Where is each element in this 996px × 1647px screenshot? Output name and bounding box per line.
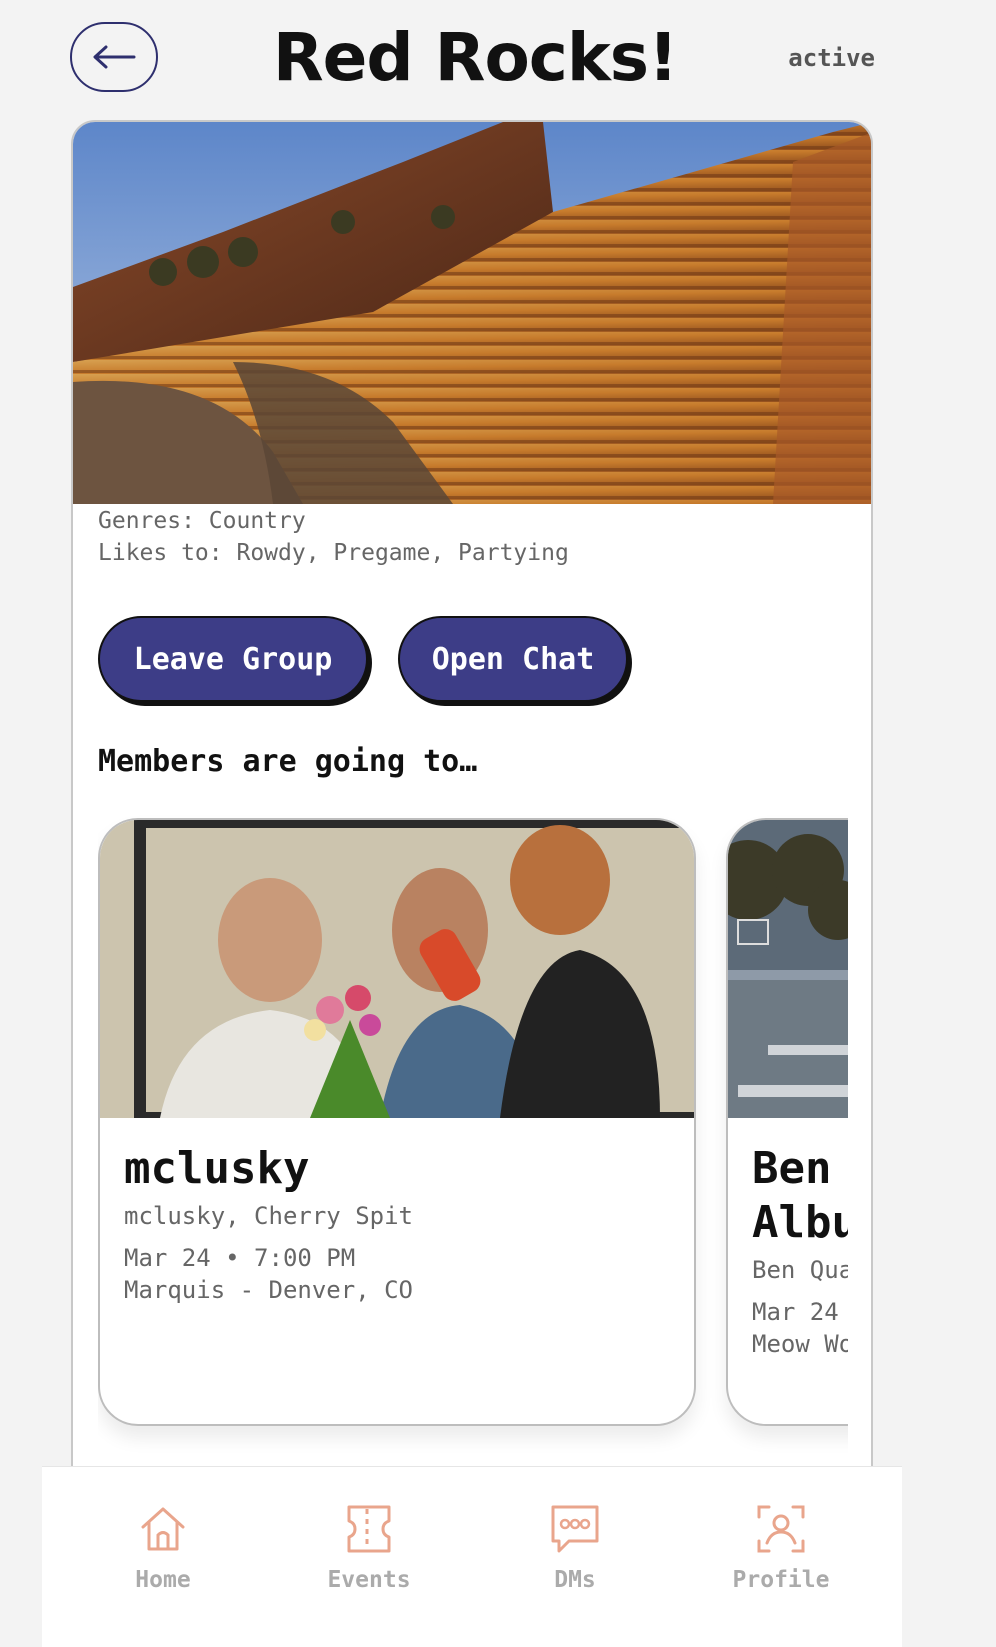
profile-icon bbox=[757, 1505, 805, 1553]
event-artists: Ben Qua bbox=[752, 1256, 848, 1284]
event-artists: mclusky, Cherry Spit bbox=[124, 1202, 413, 1230]
nav-dms-label: DMs bbox=[554, 1567, 596, 1593]
ticket-icon bbox=[347, 1505, 391, 1553]
group-card: Genres: Country Likes to: Rowdy, Pregame… bbox=[71, 120, 873, 1500]
arrow-left-icon bbox=[93, 45, 136, 69]
home-icon bbox=[141, 1507, 185, 1551]
event-image bbox=[728, 820, 848, 1118]
back-button[interactable] bbox=[70, 22, 158, 92]
members-heading: Members are going to… bbox=[98, 744, 478, 779]
events-carousel[interactable]: mclusky mclusky, Cherry Spit Mar 24 • 7:… bbox=[98, 812, 848, 1498]
bottom-nav: Home Events DMs Profile bbox=[42, 1466, 902, 1647]
nav-profile[interactable]: Profile bbox=[681, 1503, 881, 1593]
event-datetime: Mar 24 • 7:00 PM bbox=[124, 1244, 356, 1272]
event-datetime: Mar 24 bbox=[752, 1298, 839, 1326]
event-card[interactable]: mclusky mclusky, Cherry Spit Mar 24 • 7:… bbox=[98, 818, 696, 1426]
nav-home[interactable]: Home bbox=[63, 1503, 263, 1593]
event-title: mclusky bbox=[124, 1143, 310, 1194]
status-label: active bbox=[788, 44, 875, 72]
page-title: Red Rocks! bbox=[272, 19, 678, 96]
group-genres: Genres: Country bbox=[98, 508, 306, 534]
chat-bubble-icon bbox=[551, 1505, 599, 1553]
nav-events-label: Events bbox=[327, 1567, 411, 1593]
event-card[interactable]: Ben Albu Ben Qua Mar 24 Meow Wo bbox=[726, 818, 848, 1426]
event-venue: Marquis - Denver, CO bbox=[124, 1276, 413, 1304]
event-venue: Meow Wo bbox=[752, 1330, 848, 1358]
nav-home-label: Home bbox=[135, 1567, 191, 1593]
event-title: Ben Albu bbox=[752, 1143, 848, 1248]
group-likes: Likes to: Rowdy, Pregame, Partying bbox=[98, 540, 569, 566]
nav-events[interactable]: Events bbox=[269, 1503, 469, 1593]
group-hero-image bbox=[73, 122, 871, 504]
open-chat-button[interactable]: Open Chat bbox=[398, 616, 628, 702]
event-image bbox=[100, 820, 694, 1118]
leave-group-button[interactable]: Leave Group bbox=[98, 616, 368, 702]
nav-profile-label: Profile bbox=[732, 1567, 830, 1593]
nav-dms[interactable]: DMs bbox=[475, 1503, 675, 1593]
